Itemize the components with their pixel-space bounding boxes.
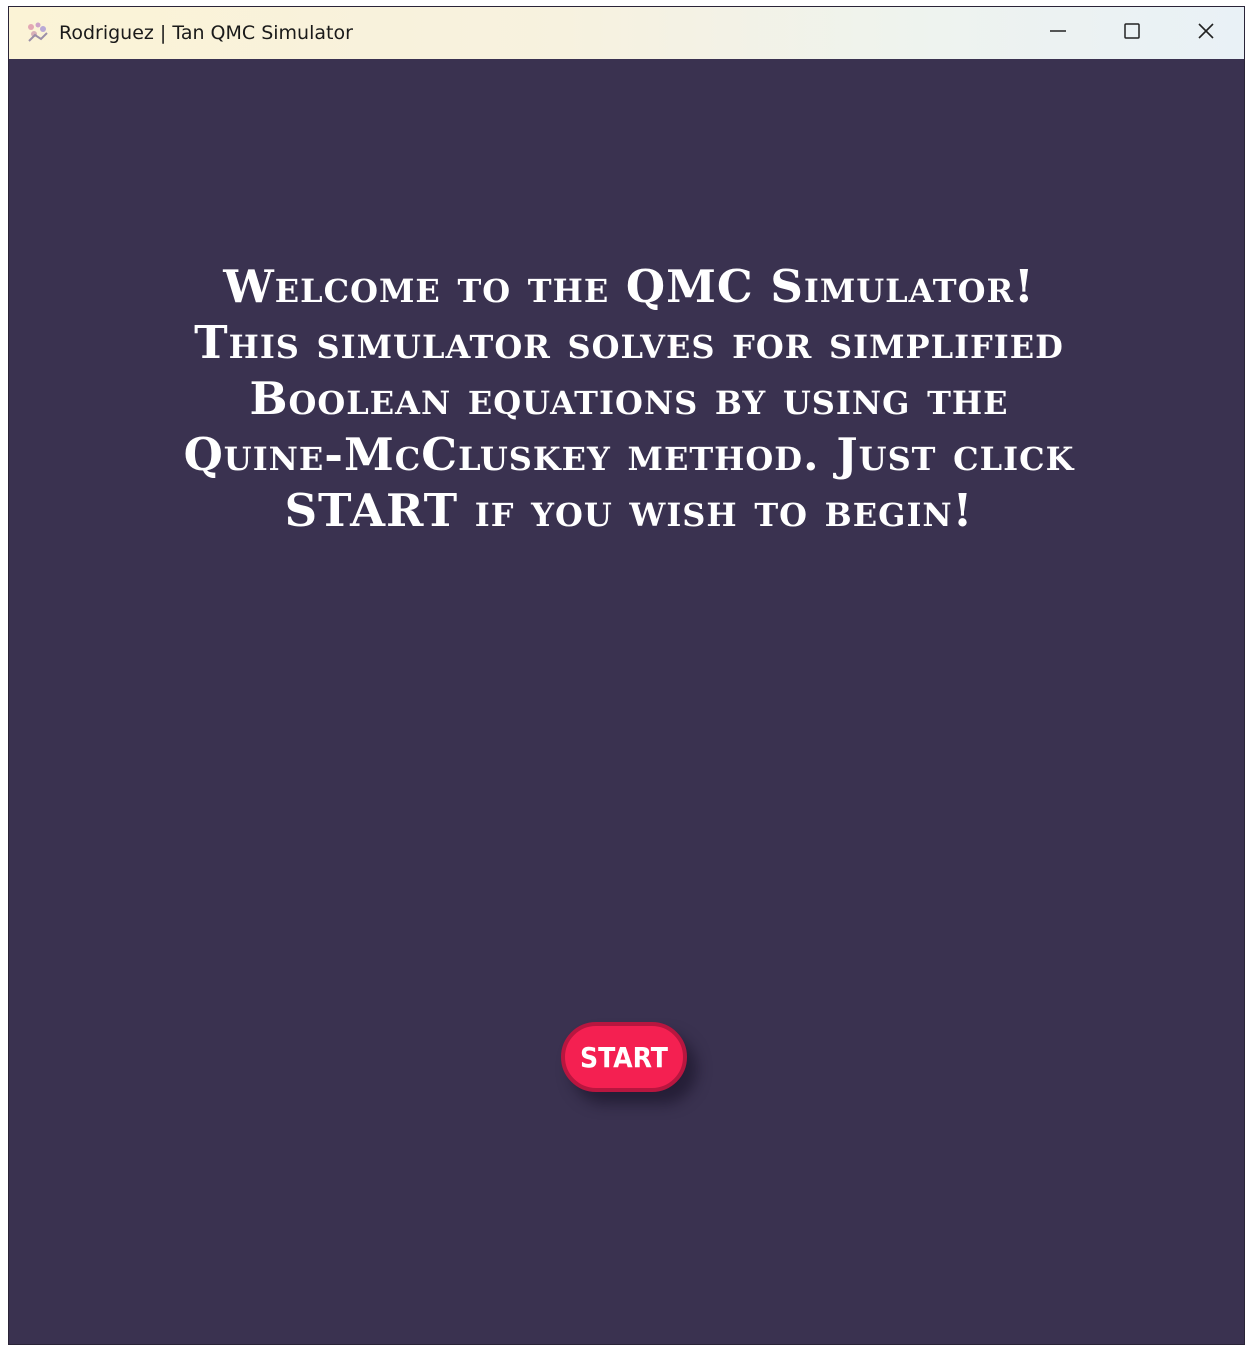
app-window: Rodriguez | Tan QMC Simulator Welcome to… — [8, 6, 1245, 1345]
minimize-button[interactable] — [1021, 7, 1095, 59]
close-icon — [1196, 21, 1216, 45]
title-bar[interactable]: Rodriguez | Tan QMC Simulator — [9, 7, 1244, 59]
close-button[interactable] — [1169, 7, 1243, 59]
start-button[interactable]: START — [561, 1022, 687, 1092]
maximize-button[interactable] — [1095, 7, 1169, 59]
start-button-label: START — [580, 1040, 668, 1074]
main-content: Welcome to the QMC Simulator! This simul… — [9, 59, 1244, 1344]
maximize-icon — [1122, 21, 1142, 45]
minimize-icon — [1048, 21, 1068, 45]
app-logo-icon — [25, 21, 51, 45]
welcome-message: Welcome to the QMC Simulator! This simul… — [183, 260, 1075, 537]
window-title: Rodriguez | Tan QMC Simulator — [59, 22, 353, 44]
